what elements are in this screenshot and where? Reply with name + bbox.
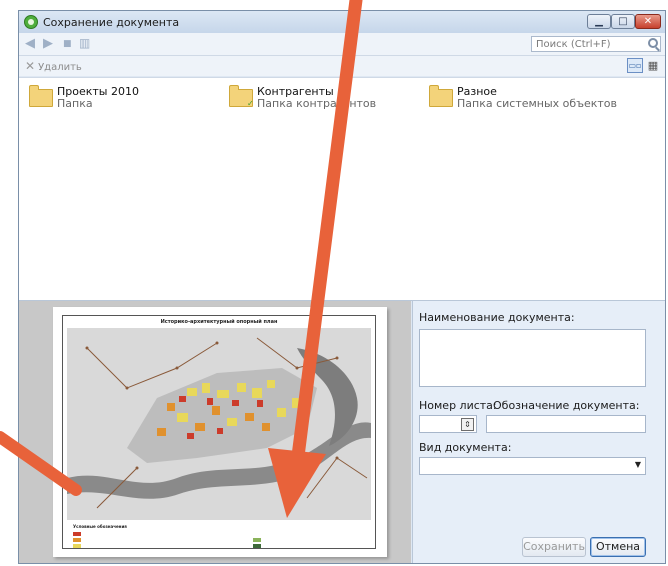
search-box[interactable]: [531, 36, 661, 52]
document-frame: Историко-архитектурный опорный план Усло…: [62, 315, 376, 549]
close-icon: ✕: [643, 16, 653, 27]
folder-item[interactable]: Проекты 2010 Папка: [27, 83, 217, 117]
delete-label: Удалить: [38, 62, 82, 73]
city-plan-map-image: [67, 328, 371, 520]
action-bar: ✕ Удалить ▭▫ ▦: [19, 56, 665, 76]
document-preview: Историко-архитектурный опорный план Усло…: [53, 307, 387, 557]
title-bar[interactable]: Сохранение документа ▁ □ ✕: [19, 11, 665, 33]
back-arrow-icon[interactable]: ◀: [25, 36, 35, 51]
legend-swatch: [73, 532, 81, 536]
folder-icon: [29, 85, 53, 107]
doc-type-select[interactable]: ▼: [419, 457, 646, 475]
close-button[interactable]: ✕: [635, 14, 661, 29]
sheet-number-stepper[interactable]: ⇕: [461, 418, 474, 431]
doc-code-field[interactable]: [486, 415, 646, 433]
view-icons-button[interactable]: ▭▫: [627, 58, 643, 73]
legend-swatch: [253, 538, 261, 542]
maximize-button[interactable]: □: [611, 14, 635, 29]
folder-contacts-icon: ✓: [229, 85, 254, 108]
doc-code-label: Обозначение документа:: [493, 399, 640, 412]
stop-icon[interactable]: ■: [63, 39, 72, 49]
stepper-icon: ⇕: [464, 420, 471, 429]
maximize-icon: □: [618, 16, 628, 27]
doc-name-label: Наименование документа:: [419, 311, 575, 324]
sheet-number-label: Номер листа:: [419, 399, 497, 412]
view-table-icon: ▦: [647, 59, 659, 72]
contacts-badge-icon: ✓: [247, 99, 254, 108]
legend-title: Условные обозначения: [73, 524, 127, 529]
folder-item[interactable]: Разное Папка системных объектов: [427, 83, 647, 117]
folder-description: Папка контрагентов: [257, 97, 377, 110]
view-icons-icon: ▭▫: [628, 61, 642, 70]
chevron-down-icon: ▼: [634, 460, 641, 469]
folder-browser: Проекты 2010 Папка ✓ Контрагенты Папка к…: [19, 77, 665, 301]
delete-icon: ✕: [25, 59, 36, 73]
doc-type-label: Вид документа:: [419, 441, 512, 454]
doc-name-field[interactable]: [419, 329, 646, 387]
legend-swatch: [73, 544, 81, 548]
search-input[interactable]: [534, 37, 644, 51]
folder-description: Папка: [57, 97, 93, 110]
save-document-dialog: Сохранение документа ▁ □ ✕ ◀ ▶ ■ ▥ ✕Удал…: [18, 10, 666, 564]
search-icon[interactable]: [648, 38, 658, 48]
minimize-icon: ▁: [595, 16, 603, 27]
forward-arrow-icon[interactable]: ▶: [43, 36, 53, 51]
document-properties-pane: Наименование документа: Номер листа: Обо…: [412, 301, 665, 563]
library-icon[interactable]: ▥: [79, 36, 90, 50]
app-logo-icon: [24, 15, 38, 29]
window-title: Сохранение документа: [43, 16, 180, 29]
legend-swatch: [73, 538, 81, 542]
view-table-button[interactable]: ▦: [645, 58, 661, 73]
save-button[interactable]: Сохранить: [522, 537, 586, 557]
folder-item[interactable]: ✓ Контрагенты Папка контрагентов: [227, 83, 377, 117]
navigation-bar: ◀ ▶ ■ ▥: [19, 33, 665, 56]
minimize-button[interactable]: ▁: [587, 14, 611, 29]
map-title: Историко-архитектурный опорный план: [160, 319, 278, 325]
delete-button[interactable]: ✕ Удалить: [25, 59, 82, 73]
cancel-button[interactable]: Отмена: [590, 537, 646, 557]
document-preview-pane: Историко-архитектурный опорный план Усло…: [19, 301, 411, 563]
folder-icon: [429, 85, 453, 107]
folder-description: Папка системных объектов: [457, 97, 618, 110]
legend-swatch: [253, 544, 261, 548]
